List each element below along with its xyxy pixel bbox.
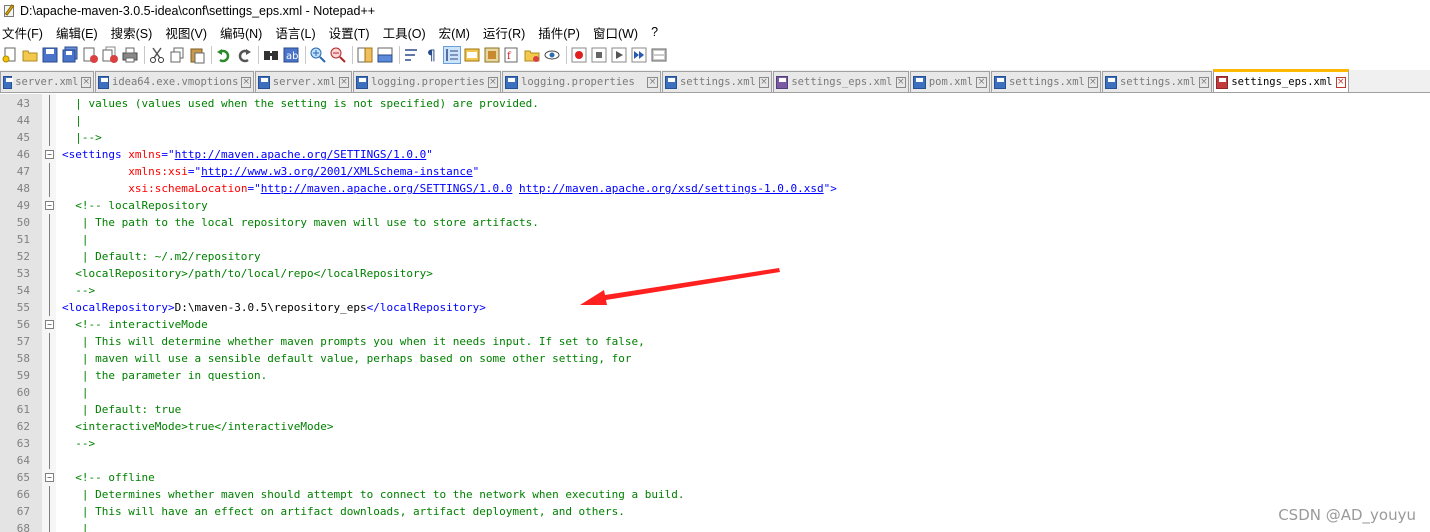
annotation-arrow-shape bbox=[580, 268, 780, 305]
watermark: CSDN @AD_youyu bbox=[1278, 506, 1416, 524]
annotation-arrow bbox=[580, 268, 780, 305]
